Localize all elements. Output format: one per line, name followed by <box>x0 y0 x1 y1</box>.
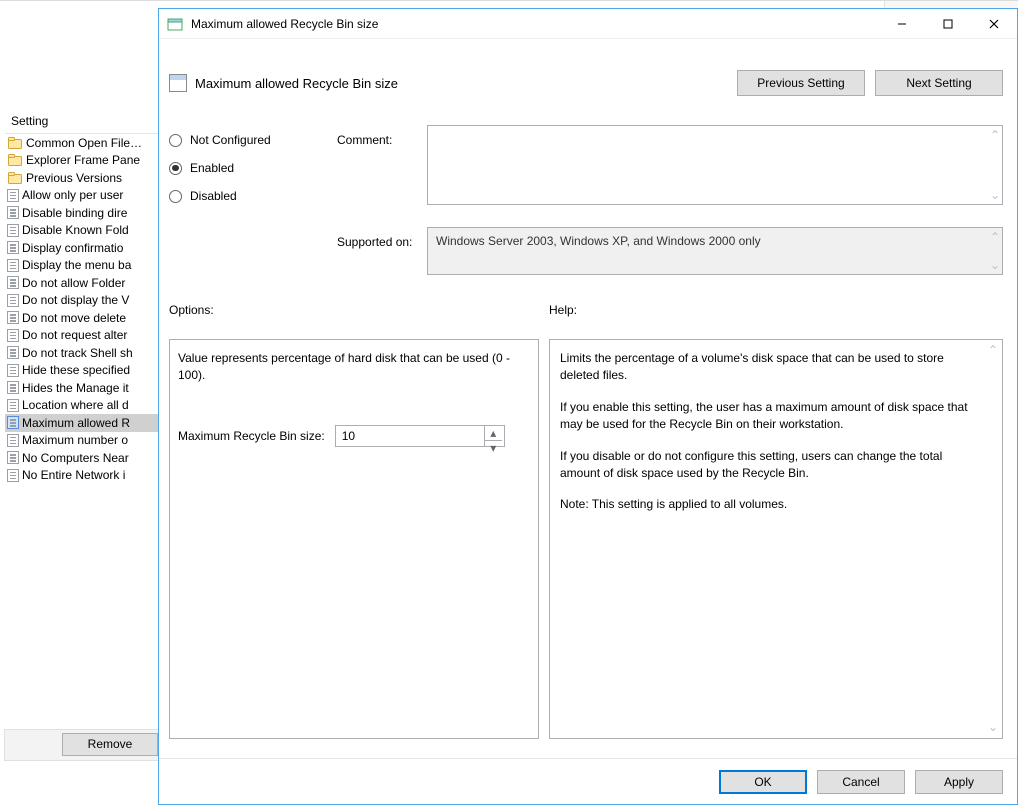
help-paragraph: Note: This setting is applied to all vol… <box>560 496 980 513</box>
radio-icon <box>169 190 182 203</box>
spinner-down-icon[interactable]: ▾ <box>485 441 502 455</box>
radio-label: Not Configured <box>190 133 271 147</box>
list-item-label: Location where all d <box>22 398 129 412</box>
help-label: Help: <box>549 303 577 317</box>
list-item-label: Previous Versions <box>26 171 122 185</box>
list-item-label: Maximum number o <box>22 433 128 447</box>
policy-icon <box>169 74 187 92</box>
titlebar: Maximum allowed Recycle Bin size <box>159 9 1017 39</box>
policy-icon <box>7 364 19 377</box>
radio-icon <box>169 162 182 175</box>
help-paragraph: If you disable or do not configure this … <box>560 448 980 483</box>
radio-label: Disabled <box>190 189 237 203</box>
comment-label: Comment: <box>337 133 392 147</box>
policy-icon <box>7 416 19 429</box>
recycle-bin-size-input[interactable] <box>336 426 484 446</box>
policy-icon <box>7 206 19 219</box>
supported-on-box: Windows Server 2003, Windows XP, and Win… <box>427 227 1003 275</box>
help-paragraph: Limits the percentage of a volume's disk… <box>560 350 980 385</box>
policy-icon <box>7 434 19 447</box>
radio-disabled[interactable]: Disabled <box>169 189 271 203</box>
option-field-label: Maximum Recycle Bin size: <box>178 429 325 443</box>
options-panel: Value represents percentage of hard disk… <box>169 339 539 739</box>
list-item-label: Do not display the V <box>22 293 129 307</box>
window-buttons <box>879 9 1017 38</box>
dialog-header-row: Maximum allowed Recycle Bin size Previou… <box>169 63 1003 103</box>
dialog-body: Maximum allowed Recycle Bin size Previou… <box>159 39 1017 804</box>
options-label: Options: <box>169 303 214 317</box>
list-item-label: Common Open File… <box>26 136 142 150</box>
scroll-down-icon: ⌄ <box>988 719 998 736</box>
list-item-label: Maximum allowed R <box>22 416 130 430</box>
dialog-title: Maximum allowed Recycle Bin size <box>191 17 879 31</box>
help-paragraph: If you enable this setting, the user has… <box>560 399 980 434</box>
policy-icon <box>7 381 19 394</box>
option-row: Maximum Recycle Bin size: ▴ ▾ <box>178 425 530 447</box>
scroll-down-icon: ⌄ <box>990 188 1000 202</box>
policy-icon <box>7 451 19 464</box>
scroll-up-icon: ⌃ <box>988 342 998 359</box>
maximize-button[interactable] <box>925 9 971 38</box>
radio-enabled[interactable]: Enabled <box>169 161 271 175</box>
next-setting-button[interactable]: Next Setting <box>875 70 1003 96</box>
spinner-up-icon[interactable]: ▴ <box>485 426 502 441</box>
policy-icon <box>7 294 19 307</box>
close-button[interactable] <box>971 9 1017 38</box>
radio-not-configured[interactable]: Not Configured <box>169 133 271 147</box>
dialog-header-title: Maximum allowed Recycle Bin size <box>195 76 737 91</box>
policy-icon <box>7 399 19 412</box>
list-item-label: Do not track Shell sh <box>22 346 133 360</box>
scroll-down-icon: ⌄ <box>990 258 1000 272</box>
list-item-label: Do not move delete <box>22 311 126 325</box>
policy-dialog: Maximum allowed Recycle Bin size Maximum… <box>158 8 1018 805</box>
radio-label: Enabled <box>190 161 234 175</box>
list-item-label: Do not request alter <box>22 328 127 342</box>
list-item-label: Disable Known Fold <box>22 223 129 237</box>
policy-window-icon <box>167 16 183 32</box>
policy-icon <box>7 311 19 324</box>
nav-buttons: Previous Setting Next Setting <box>737 70 1003 96</box>
scroll-up-icon: ⌃ <box>990 128 1000 142</box>
remove-button[interactable]: Remove <box>62 733 158 756</box>
previous-setting-button[interactable]: Previous Setting <box>737 70 865 96</box>
list-item-label: Display the menu ba <box>22 258 131 272</box>
folder-icon <box>7 171 23 185</box>
list-item-label: Allow only per user <box>22 188 123 202</box>
list-item-label: Disable binding dire <box>22 206 127 220</box>
list-item-label: Hide these specified <box>22 363 130 377</box>
policy-icon <box>7 259 19 272</box>
policy-icon <box>7 329 19 342</box>
help-panel: Limits the percentage of a volume's disk… <box>549 339 1003 739</box>
policy-icon <box>7 241 19 254</box>
folder-icon <box>7 136 23 150</box>
cancel-button[interactable]: Cancel <box>817 770 905 794</box>
minimize-button[interactable] <box>879 9 925 38</box>
config-radio-group: Not Configured Enabled Disabled <box>169 133 271 203</box>
recycle-bin-size-spinner[interactable]: ▴ ▾ <box>335 425 505 447</box>
dialog-footer: OK Cancel Apply <box>159 758 1017 804</box>
supported-on-value: Windows Server 2003, Windows XP, and Win… <box>436 234 761 248</box>
list-item-label: No Computers Near <box>22 451 129 465</box>
apply-button[interactable]: Apply <box>915 770 1003 794</box>
list-item-label: Do not allow Folder <box>22 276 125 290</box>
list-item-label: Display confirmatio <box>22 241 123 255</box>
policy-icon <box>7 276 19 289</box>
ok-button[interactable]: OK <box>719 770 807 794</box>
supported-on-label: Supported on: <box>337 235 412 249</box>
policy-icon <box>7 469 19 482</box>
options-description: Value represents percentage of hard disk… <box>178 350 530 385</box>
scroll-up-icon: ⌃ <box>990 230 1000 244</box>
comment-textarea[interactable]: ⌃ ⌄ <box>427 125 1003 205</box>
policy-icon <box>7 189 19 202</box>
policy-icon <box>7 224 19 237</box>
folder-icon <box>7 153 23 167</box>
policy-icon <box>7 346 19 359</box>
list-item-label: No Entire Network i <box>22 468 125 482</box>
list-item-label: Explorer Frame Pane <box>26 153 140 167</box>
spinner-arrows: ▴ ▾ <box>484 426 502 446</box>
radio-icon <box>169 134 182 147</box>
list-item-label: Hides the Manage it <box>22 381 129 395</box>
